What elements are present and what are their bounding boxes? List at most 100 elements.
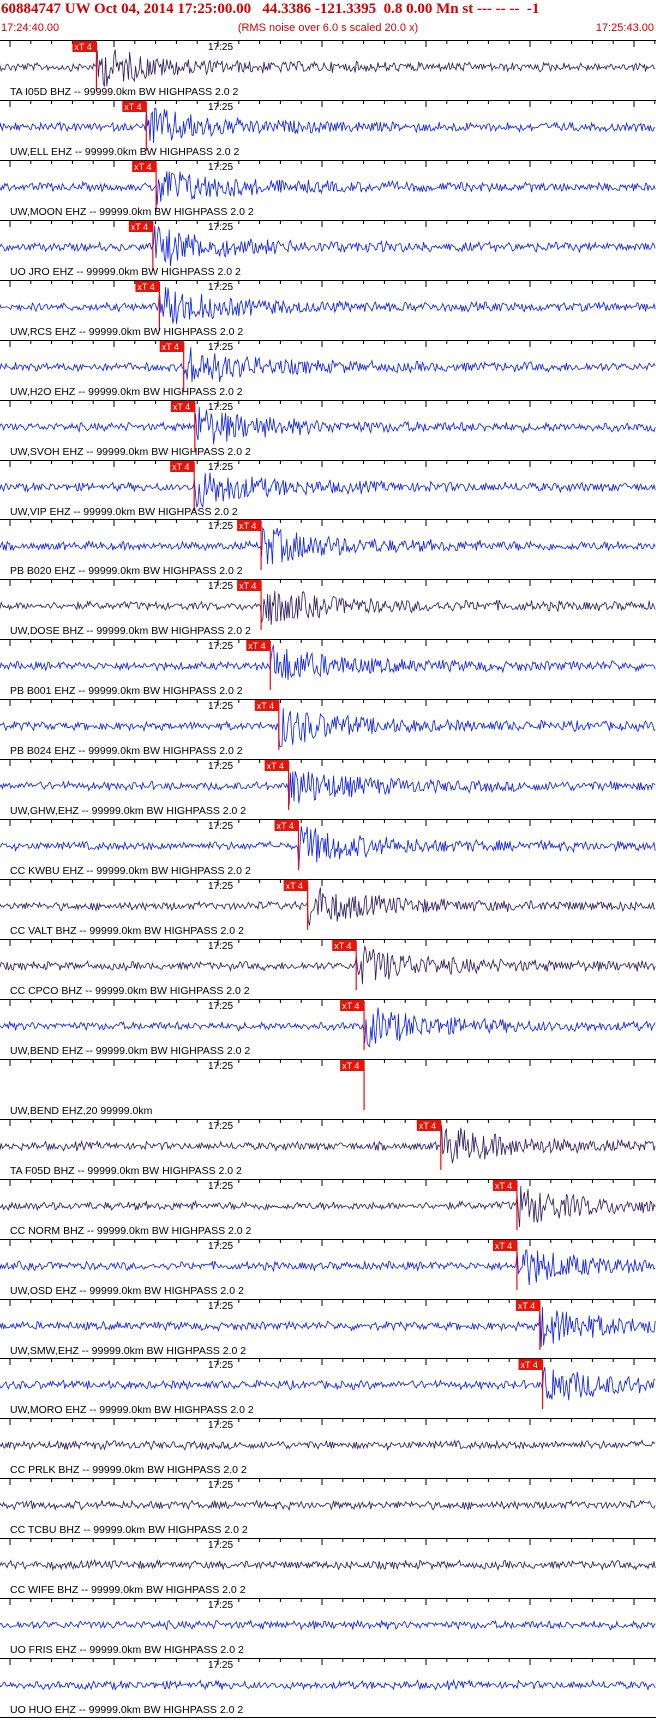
time-label: 17:25 bbox=[208, 342, 233, 353]
waveform-trace bbox=[0, 1367, 656, 1401]
pick-label: xT 4 bbox=[419, 1121, 436, 1131]
pick-label: xT 4 bbox=[342, 1061, 359, 1071]
end-time: 17:25:43.00 bbox=[595, 22, 654, 34]
station-label: UW,SVOH EHZ -- 99999.0km BW HIGHPASS 2.0… bbox=[10, 446, 251, 458]
waveform-trace bbox=[0, 171, 656, 205]
time-label: 17:25 bbox=[208, 1061, 233, 1072]
pick-label: xT 4 bbox=[521, 1360, 538, 1370]
trace-row: 17:25 CC TCBU BHZ -- 99999.0km BW HIGHPAS… bbox=[0, 1478, 656, 1536]
time-label: 17:25 bbox=[208, 1301, 233, 1312]
station-label: CC TCBU BHZ -- 99999.0km BW HIGHPASS 2.0… bbox=[10, 1524, 248, 1536]
station-label: UO JRO EHZ -- 99999.0km BW HIGHPASS 2.0 … bbox=[10, 266, 241, 278]
trace-row: 17:25 xT 4 TA I05D BHZ -- 99999.0km BW HIG… bbox=[0, 40, 656, 98]
station-label: TA F05D BHZ -- 99999.0km BW HIGHPASS 2.0… bbox=[10, 1165, 242, 1177]
trace-row: 17:25 xT 4 CC CPCO BHZ -- 99999.0km BW HIG… bbox=[0, 939, 656, 997]
trace-row: 17:25 xT 4 CC VALT BHZ -- 99999.0km BW HIG… bbox=[0, 879, 656, 937]
waveform-trace bbox=[0, 945, 656, 985]
time-label: 17:25 bbox=[208, 462, 233, 473]
waveform-trace bbox=[0, 708, 656, 748]
pick-label: xT 4 bbox=[248, 641, 265, 651]
time-label: 17:25 bbox=[208, 701, 233, 712]
station-label: CC NORM BHZ -- 99999.0km BW HIGHPASS 2.0… bbox=[10, 1225, 252, 1237]
seismogram-svg: 17:25 xT 4 TA I05D BHZ -- 99999.0km BW HIG… bbox=[0, 40, 656, 1718]
station-label: UW,OSD EHZ -- 99999.0km BW HIGHPASS 2.0 … bbox=[10, 1285, 244, 1297]
waveform-trace bbox=[0, 771, 656, 805]
time-label: 17:25 bbox=[208, 641, 233, 652]
waveform-trace bbox=[0, 1307, 656, 1348]
trace-row: 17:25 xT 4 PB B020 EHZ -- 99999.0km BW HIG… bbox=[0, 519, 656, 577]
time-label: 17:25 bbox=[208, 521, 233, 532]
pick-label: xT 4 bbox=[518, 1301, 535, 1311]
trace-row: 17:25 xT 4 UW,GHW,EHZ -- 99999.0km BW HIGH… bbox=[0, 759, 656, 817]
station-label: TA I05D BHZ -- 99999.0km BW HIGHPASS 2.0… bbox=[10, 86, 239, 98]
trace-row: 17:25 UO HUO EHZ -- 99999.0km BW HIGHPASS… bbox=[0, 1658, 656, 1716]
pick-label: xT 4 bbox=[495, 1181, 512, 1191]
pick-label: xT 4 bbox=[131, 222, 148, 232]
time-label: 17:25 bbox=[208, 941, 233, 952]
waveform-trace bbox=[0, 406, 656, 445]
station-label: CC VALT BHZ -- 99999.0km BW HIGHPASS 2.0… bbox=[10, 925, 244, 937]
waveform-trace bbox=[0, 472, 656, 509]
pick-label: xT 4 bbox=[173, 402, 190, 412]
trace-row: 17:25 xT 4 UW,DOSE BHZ -- 99999.0km BW HIG… bbox=[0, 579, 656, 637]
pick-label: xT 4 bbox=[162, 342, 179, 352]
time-label: 17:25 bbox=[208, 222, 233, 233]
pick-label: xT 4 bbox=[276, 821, 293, 831]
pick-label: xT 4 bbox=[172, 462, 189, 472]
waveform-trace bbox=[0, 49, 656, 87]
station-label: UW,BEND EHZ -- 99999.0km BW HIGHPASS 2.0… bbox=[10, 1045, 250, 1057]
seismogram-traces: 17:25 xT 4 TA I05D BHZ -- 99999.0km BW HIG… bbox=[0, 40, 656, 1718]
waveform-trace bbox=[0, 1439, 656, 1452]
time-label: 17:25 bbox=[208, 1600, 233, 1611]
station-label: PB B020 EHZ -- 99999.0km BW HIGHPASS 2.0… bbox=[10, 565, 243, 577]
trace-row: 17:25 xT 4 PB B024 EHZ -- 99999.0km BW HIG… bbox=[0, 699, 656, 757]
waveform-trace bbox=[0, 1558, 656, 1572]
trace-row: 17:25 xT 4 UW,OSD EHZ -- 99999.0km BW HIGH… bbox=[0, 1239, 656, 1297]
pick-label: xT 4 bbox=[239, 581, 256, 591]
station-label: UO HUO EHZ -- 99999.0km BW HIGHPASS 2.0 … bbox=[10, 1704, 243, 1716]
time-label: 17:25 bbox=[208, 1540, 233, 1551]
station-label: UW,H2O EHZ -- 99999.0km BW HIGHPASS 2.0 … bbox=[10, 386, 243, 398]
pick-label: xT 4 bbox=[286, 881, 303, 891]
waveform-trace bbox=[0, 887, 656, 926]
time-label: 17:25 bbox=[208, 821, 233, 832]
pick-label: xT 4 bbox=[239, 521, 256, 531]
station-label: CC WIFE BHZ -- 99999.0km BW HIGHPASS 2.0… bbox=[10, 1584, 246, 1596]
station-label: CC KWBU EHZ -- 99999.0km BW HIGHPASS 2.0… bbox=[10, 865, 251, 877]
station-label: UW,GHW,EHZ -- 99999.0km BW HIGHPASS 2.0 … bbox=[10, 805, 246, 817]
waveform-trace bbox=[0, 107, 656, 144]
event-title: 60884747 UW Oct 04, 2014 17:25:00.00 44.… bbox=[1, 1, 540, 17]
pick-label: xT 4 bbox=[137, 282, 154, 292]
time-label: 17:25 bbox=[208, 581, 233, 592]
trace-row: 17:25 xT 4 UO JRO EHZ -- 99999.0km BW HIGH… bbox=[0, 220, 656, 278]
time-label: 17:25 bbox=[208, 1181, 233, 1192]
time-label: 17:25 bbox=[208, 102, 233, 113]
waveform-trace bbox=[0, 826, 656, 868]
trace-row: 17:25 CC PRLK BHZ -- 99999.0km BW HIGHPAS… bbox=[0, 1418, 656, 1476]
waveform-trace bbox=[0, 526, 656, 565]
trace-row: 17:25 xT 4 PB B001 EHZ -- 99999.0km BW HIG… bbox=[0, 639, 656, 697]
time-label: 17:25 bbox=[208, 282, 233, 293]
station-label: UO FRIS EHZ -- 99999.0km BW HIGHPASS 2.0… bbox=[10, 1644, 244, 1656]
time-label: 17:25 bbox=[208, 162, 233, 173]
waveform-trace bbox=[0, 347, 656, 383]
time-label: 17:25 bbox=[208, 42, 233, 53]
time-label: 17:25 bbox=[208, 1241, 233, 1252]
trace-row: 17:25 xT 4 UW,ELL EHZ -- 99999.0km BW HIGH… bbox=[0, 100, 656, 158]
station-label: UW,BEND EHZ,20 99999.0km bbox=[10, 1105, 153, 1117]
trace-row: 17:25 xT 4 UW,MOON EHZ -- 99999.0km BW HIG… bbox=[0, 160, 656, 218]
trace-row: 17:25 UO FRIS EHZ -- 99999.0km BW HIGHPAS… bbox=[0, 1598, 656, 1656]
pick-label: xT 4 bbox=[267, 761, 284, 771]
waveform-trace bbox=[0, 1185, 656, 1228]
time-label: 17:25 bbox=[208, 1480, 233, 1491]
waveform-trace bbox=[0, 1678, 656, 1691]
trace-row: 17:25 xT 4 UW,SMW,EHZ -- 99999.0km BW HIGH… bbox=[0, 1299, 656, 1357]
trace-row: 17:25 xT 4 UW,MORO EHZ -- 99999.0km BW HIG… bbox=[0, 1358, 656, 1416]
trace-row: 17:25 xT 4 CC KWBU EHZ -- 99999.0km BW HIG… bbox=[0, 819, 656, 877]
station-label: UW,MOON EHZ -- 99999.0km BW HIGHPASS 2.0… bbox=[10, 206, 254, 218]
station-label: UW,VIP EHZ -- 99999.0km BW HIGHPASS 2.0 … bbox=[10, 506, 238, 518]
trace-row: 17:25 CC WIFE BHZ -- 99999.0km BW HIGHPAS… bbox=[0, 1538, 656, 1596]
waveform-trace bbox=[0, 1007, 656, 1048]
station-label: CC PRLK BHZ -- 99999.0km BW HIGHPASS 2.0… bbox=[10, 1464, 247, 1476]
time-label: 17:25 bbox=[208, 1660, 233, 1671]
